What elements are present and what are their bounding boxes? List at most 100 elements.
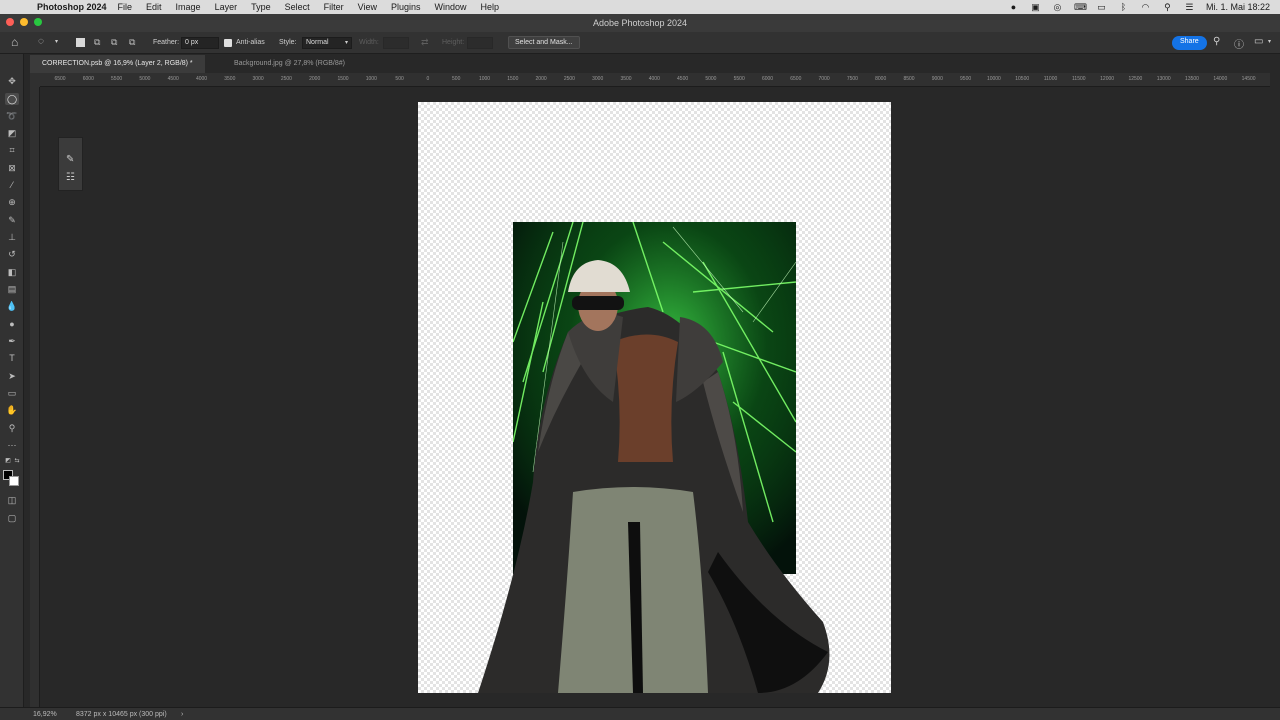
path-selection-tool-icon[interactable]: ➤ (5, 370, 19, 382)
person-cutout-layer[interactable] (418, 102, 891, 693)
intersect-selection-icon[interactable]: ⧉ (129, 37, 135, 48)
ruler-label: 1500 (337, 76, 349, 82)
eraser-tool-icon[interactable]: ◧ (5, 266, 19, 278)
battery-icon[interactable]: ▭ (1096, 2, 1107, 13)
menu-filter[interactable]: Filter (317, 2, 351, 12)
menu-image[interactable]: Image (169, 2, 208, 12)
ruler-label: 500 (395, 76, 404, 82)
anti-alias-checkbox[interactable] (224, 39, 232, 47)
document-canvas[interactable] (418, 102, 891, 693)
vertical-scrollbar[interactable] (1270, 73, 1280, 707)
ruler-label: 4500 (677, 76, 689, 82)
menu-view[interactable]: View (351, 2, 384, 12)
menu-help[interactable]: Help (474, 2, 507, 12)
history-brush-tool-icon[interactable]: ↺ (5, 248, 19, 260)
rectangle-tool-icon[interactable]: ▭ (5, 387, 19, 399)
vertical-ruler[interactable] (30, 87, 40, 707)
menu-layer[interactable]: Layer (208, 2, 245, 12)
tab-label: CORRECTION.psb @ 16,9% (Layer 2, RGB/8) … (42, 60, 193, 67)
share-button[interactable]: Share (1172, 36, 1207, 50)
bluetooth-icon[interactable]: ᛒ (1118, 2, 1129, 12)
ruler-label: 6500 (790, 76, 802, 82)
height-label: Height: (442, 39, 465, 46)
ruler-label: 6000 (761, 76, 774, 82)
document-tabs: CORRECTION.psb @ 16,9% (Layer 2, RGB/8) … (30, 55, 1280, 73)
clock[interactable]: Mi. 1. Mai 18:22 (1206, 2, 1270, 12)
hand-tool-icon[interactable]: ✋ (5, 404, 19, 416)
move-tool-icon[interactable]: ✥ (5, 75, 19, 87)
ruler-label: 1500 (507, 76, 519, 82)
anti-alias-label: Anti-alias (236, 39, 265, 46)
ruler-label: 2000 (309, 76, 321, 82)
lasso-tool-icon[interactable]: ➰ (5, 110, 19, 122)
record-icon[interactable]: ● (1008, 2, 1019, 12)
adjustments-icon[interactable]: ☷ (66, 172, 75, 183)
ruler-label: 3500 (620, 76, 632, 82)
more-tools-icon[interactable]: ⋯ (5, 439, 19, 451)
ruler-label: 500 (452, 76, 461, 82)
ruler-label: 7000 (818, 76, 830, 82)
menu-file[interactable]: File (111, 2, 140, 12)
document-info[interactable]: 8372 px x 10465 px (300 ppi) (76, 711, 167, 718)
zoom-tool-icon[interactable]: ⚲ (5, 422, 19, 434)
zoom-window-button[interactable] (34, 18, 42, 26)
spotlight-icon[interactable]: ⚲ (1162, 2, 1173, 13)
menu-window[interactable]: Window (428, 2, 474, 12)
wifi-icon[interactable]: ◠ (1140, 2, 1151, 13)
subtract-from-selection-icon[interactable]: ⧉ (111, 37, 117, 48)
elliptical-marquee-tool-icon[interactable]: ◯ (5, 93, 19, 105)
height-input[interactable] (467, 37, 493, 49)
search-icon[interactable]: ⚲ (1213, 36, 1220, 47)
minimize-window-button[interactable] (20, 18, 28, 26)
zoom-level[interactable]: 16,92% (33, 711, 57, 718)
menu-plugins[interactable]: Plugins (384, 2, 428, 12)
elliptical-marquee-preset-icon[interactable]: ◌ (38, 36, 44, 47)
tab-correction-psb[interactable]: CORRECTION.psb @ 16,9% (Layer 2, RGB/8) … (30, 55, 205, 73)
pen-tool-icon[interactable]: ✒ (5, 335, 19, 347)
display-icon[interactable]: ▣ (1030, 2, 1041, 13)
menu-edit[interactable]: Edit (139, 2, 169, 12)
spot-healing-tool-icon[interactable]: ⊕ (5, 196, 19, 208)
airdrop-icon[interactable]: ◎ (1052, 2, 1063, 13)
chevron-right-icon[interactable]: › (181, 711, 183, 718)
blur-tool-icon[interactable]: 💧 (5, 300, 19, 312)
home-icon[interactable]: ⌂ (11, 35, 18, 49)
background-color-swatch[interactable] (9, 476, 19, 486)
select-and-mask-button[interactable]: Select and Mask... (508, 36, 580, 49)
quick-mask-icon[interactable]: ◫ (5, 494, 19, 506)
feather-input[interactable]: 0 px (181, 37, 219, 49)
menu-select[interactable]: Select (278, 2, 317, 12)
canvas-area[interactable] (40, 87, 1270, 707)
screen-mode-icon[interactable]: ▢ (5, 512, 19, 524)
type-tool-icon[interactable]: T (5, 352, 19, 364)
ruler-label: 6000 (82, 76, 94, 82)
keyboard-icon[interactable]: ⌨ (1074, 2, 1087, 13)
tab-background-jpg[interactable]: Background.jpg @ 27,8% (RGB/8#) (222, 55, 357, 73)
swap-width-height-icon[interactable]: ⇄ (421, 37, 429, 48)
add-to-selection-icon[interactable]: ⧉ (94, 37, 100, 48)
menu-app-name[interactable]: Photoshop 2024 (30, 2, 111, 12)
chevron-down-icon[interactable]: ▾ (55, 38, 58, 45)
frame-tool-icon[interactable]: ⊠ (5, 162, 19, 174)
horizontal-ruler[interactable]: 6500 6000 5500 5000 4500 4000 3500 3000 2500 2000… (40, 73, 1270, 87)
object-selection-tool-icon[interactable]: ◩ (5, 127, 19, 139)
clone-stamp-tool-icon[interactable]: ⊥ (5, 231, 19, 243)
menu-type[interactable]: Type (244, 2, 278, 12)
gradient-tool-icon[interactable]: ▤ (5, 283, 19, 295)
close-window-button[interactable] (6, 18, 14, 26)
control-center-icon[interactable]: ☰ (1184, 2, 1195, 13)
workspace-icon[interactable]: ▭ (1254, 36, 1263, 47)
width-input[interactable] (383, 37, 409, 49)
learn-icon[interactable]: ⓘ (1234, 36, 1244, 51)
crop-tool-icon[interactable]: ⌗ (5, 144, 19, 156)
brush-tool-icon[interactable]: ✎ (5, 214, 19, 226)
chevron-down-icon[interactable]: ▾ (1268, 38, 1271, 45)
new-selection-icon[interactable] (76, 38, 85, 47)
swap-colors-icon[interactable]: ⇆ (10, 455, 24, 467)
dodge-tool-icon[interactable]: ● (5, 318, 19, 330)
ruler-label: 3500 (224, 76, 236, 82)
chevron-down-icon: ▾ (345, 40, 349, 46)
ruler-label: 10500 (1015, 76, 1030, 82)
brush-settings-icon[interactable]: ✎ (66, 154, 74, 165)
eyedropper-tool-icon[interactable]: ⁄ (5, 179, 19, 191)
